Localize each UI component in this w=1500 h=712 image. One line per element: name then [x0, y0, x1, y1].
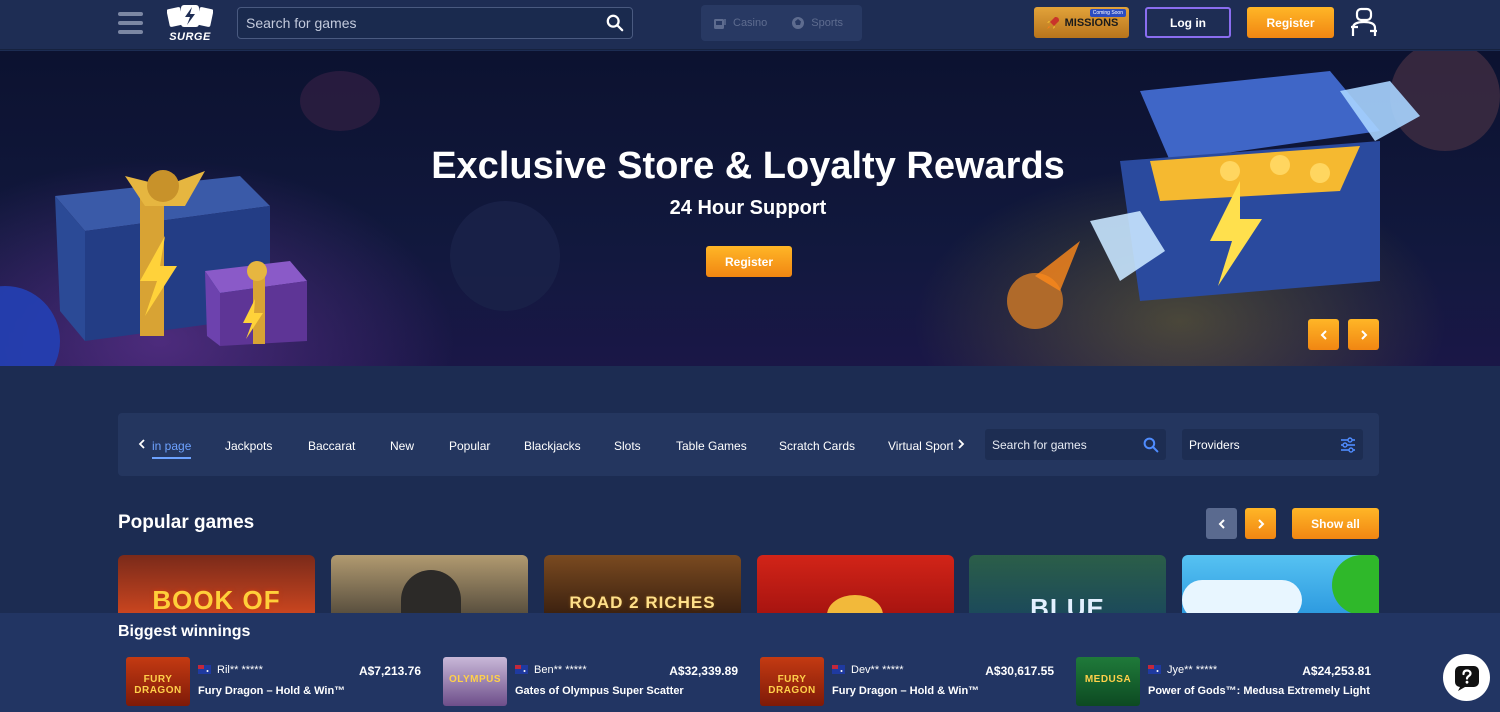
sports-mode-button[interactable]: Sports — [779, 16, 855, 30]
win-amount: A$30,617.55 — [985, 664, 1054, 678]
login-button[interactable]: Log in — [1145, 7, 1231, 38]
win-game-name: Fury Dragon – Hold & Win™ — [832, 685, 980, 697]
win-amount: A$24,253.81 — [1302, 664, 1371, 678]
menu-icon[interactable] — [118, 12, 143, 34]
tab-jackpots[interactable]: Jackpots — [225, 439, 272, 453]
missions-label: MISSIONS — [1064, 16, 1119, 29]
missions-button[interactable]: Coming Soon MISSIONS — [1034, 7, 1129, 38]
treasure-chest-illustration — [1007, 71, 1420, 329]
slot-machine-icon — [714, 19, 726, 29]
tab-new[interactable]: New — [390, 439, 414, 453]
game-card[interactable]: BLUE — [969, 555, 1166, 613]
hero-next-button[interactable] — [1348, 319, 1379, 350]
winning-item[interactable]: OLYMPUS Ben** ***** A$32,339.89 Gates of… — [443, 657, 738, 707]
tab-scratch-cards[interactable]: Scratch Cards — [779, 439, 855, 453]
casino-sports-switch: Casino Sports — [701, 5, 862, 41]
sports-mode-label: Sports — [811, 17, 844, 29]
win-game-name: Fury Dragon – Hold & Win™ — [198, 685, 346, 697]
game-card-title: BLUE — [1030, 593, 1105, 613]
site-logo[interactable]: SURGE — [164, 4, 216, 44]
providers-filter[interactable]: Providers — [1182, 429, 1363, 460]
tab-blackjacks[interactable]: Blackjacks — [524, 439, 581, 453]
search-icon[interactable] — [606, 14, 624, 32]
logo-text: SURGE — [169, 31, 211, 43]
logo-icon — [167, 5, 213, 27]
help-chat-button[interactable] — [1443, 654, 1490, 701]
show-all-button[interactable]: Show all — [1292, 508, 1379, 539]
chevron-right-icon — [1360, 329, 1367, 340]
winner-username: Ril** ***** — [217, 664, 263, 676]
tab-table-games[interactable]: Table Games — [676, 439, 747, 453]
winner-username: Dev** ***** — [851, 664, 904, 676]
games-prev-button[interactable] — [1206, 508, 1237, 539]
winning-item[interactable]: MEDUSA Jye** ***** A$24,253.81 Power of … — [1076, 657, 1371, 707]
game-card[interactable] — [1182, 555, 1379, 613]
tab-popular[interactable]: Popular — [449, 439, 490, 453]
tabs-scroll-left-icon[interactable] — [137, 437, 147, 451]
win-amount: A$32,339.89 — [669, 664, 738, 678]
hero-title: Exclusive Store & Loyalty Rewards — [431, 145, 1065, 187]
help-question-icon — [1454, 665, 1479, 691]
tab-slots[interactable]: Slots — [614, 439, 641, 453]
biggest-winnings-panel: Biggest winnings FURY DRAGON Ril** *****… — [0, 613, 1500, 712]
australia-flag-icon — [1148, 665, 1161, 674]
casino-mode-label: Casino — [733, 17, 768, 29]
game-card[interactable] — [757, 555, 954, 613]
category-tabs: in page Jackpots Baccarat New Popular Bl… — [151, 413, 953, 476]
chevron-left-icon — [1218, 518, 1225, 529]
game-thumbnail: FURY DRAGON — [760, 657, 824, 706]
tab-baccarat[interactable]: Baccarat — [308, 439, 355, 453]
game-card[interactable]: ROAD 2 RICHES — [544, 555, 741, 613]
game-thumbnail: FURY DRAGON — [126, 657, 190, 706]
win-game-name: Gates of Olympus Super Scatter — [515, 685, 684, 697]
top-header: SURGE Casino Sports Coming Soon — [0, 0, 1500, 50]
australia-flag-icon — [515, 665, 528, 674]
games-search-input[interactable] — [992, 437, 1143, 452]
search-icon[interactable] — [1143, 437, 1159, 453]
game-thumbnail: OLYMPUS — [443, 657, 507, 706]
game-thumbnail: MEDUSA — [1076, 657, 1140, 706]
header-search-input[interactable] — [246, 15, 606, 31]
hero-register-button[interactable]: Register — [706, 246, 792, 277]
header-register-button[interactable]: Register — [1247, 7, 1334, 38]
chevron-left-icon — [1320, 329, 1327, 340]
winning-item[interactable]: FURY DRAGON Dev** ***** A$30,617.55 Fury… — [760, 657, 1054, 707]
win-game-name: Power of Gods™: Medusa Extremely Light — [1148, 685, 1370, 697]
game-card[interactable]: BOOK OF — [118, 555, 315, 613]
filter-sliders-icon — [1341, 436, 1355, 453]
category-bar: in page Jackpots Baccarat New Popular Bl… — [118, 413, 1379, 476]
tab-main-page[interactable]: in page — [152, 439, 192, 459]
hero-subtitle: 24 Hour Support — [669, 197, 827, 219]
win-amount: A$7,213.76 — [358, 664, 421, 678]
game-card[interactable] — [331, 555, 528, 613]
games-next-button[interactable] — [1245, 508, 1276, 539]
hero-prev-button[interactable] — [1308, 319, 1339, 350]
rocket-icon — [1046, 16, 1059, 29]
australia-flag-icon — [832, 665, 845, 674]
game-card-title: ROAD 2 RICHES — [569, 593, 716, 612]
gift-boxes-illustration — [55, 170, 307, 346]
popular-games-title: Popular games — [118, 512, 255, 533]
tab-virtual-sport[interactable]: Virtual Sport — [888, 439, 953, 453]
hero-banner: Exclusive Store & Loyalty Rewards 24 Hou… — [0, 51, 1500, 366]
winner-username: Jye** ***** — [1167, 664, 1218, 676]
ball-icon — [792, 17, 805, 29]
australia-flag-icon — [198, 665, 211, 674]
providers-label: Providers — [1189, 437, 1240, 452]
coming-soon-badge: Coming Soon — [1089, 9, 1126, 17]
biggest-winnings-title: Biggest winnings — [118, 623, 251, 640]
games-search-box[interactable] — [985, 429, 1166, 460]
casino-mode-button[interactable]: Casino — [701, 16, 779, 30]
chevron-right-icon — [1257, 518, 1264, 529]
user-account-icon[interactable] — [1349, 6, 1379, 38]
header-search-box[interactable] — [237, 7, 633, 39]
game-card-title: BOOK OF — [152, 585, 281, 613]
winner-username: Ben** ***** — [534, 664, 587, 676]
winning-item[interactable]: FURY DRAGON Ril** ***** A$7,213.76 Fury … — [126, 657, 421, 707]
tabs-scroll-right-icon[interactable] — [956, 437, 966, 451]
